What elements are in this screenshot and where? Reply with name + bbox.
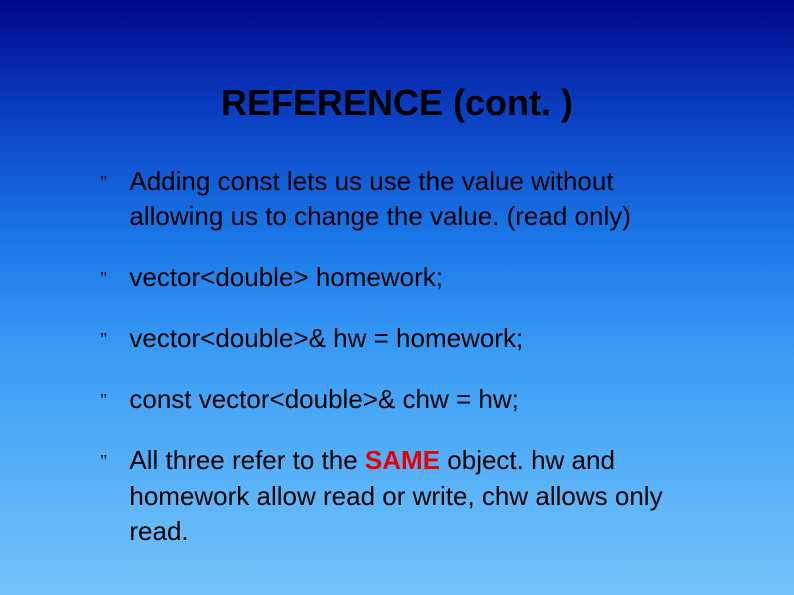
list-item: " Adding const lets us use the value wit…	[100, 164, 714, 234]
bullet-icon: "	[100, 449, 107, 473]
bullet-text: All three refer to the SAME object. hw a…	[129, 443, 714, 548]
bullet-icon: "	[100, 170, 107, 194]
bullet-text: const vector<double>& chw = hw;	[129, 382, 714, 417]
bullet-icon: "	[100, 388, 107, 412]
slide-title: REFERENCE (cont. )	[0, 0, 794, 164]
text-run: All three refer to the	[129, 445, 365, 475]
bullet-text: vector<double> homework;	[129, 260, 714, 295]
emphasized-text: SAME	[365, 445, 440, 475]
bullet-list: " Adding const lets us use the value wit…	[0, 164, 794, 549]
bullet-icon: "	[100, 327, 107, 351]
bullet-text: Adding const lets us use the value witho…	[129, 164, 714, 234]
slide: REFERENCE (cont. ) " Adding const lets u…	[0, 0, 794, 595]
bullet-icon: "	[100, 266, 107, 290]
list-item: " vector<double>& hw = homework;	[100, 321, 714, 356]
list-item: " vector<double> homework;	[100, 260, 714, 295]
list-item: " All three refer to the SAME object. hw…	[100, 443, 714, 548]
bullet-text: vector<double>& hw = homework;	[129, 321, 714, 356]
list-item: " const vector<double>& chw = hw;	[100, 382, 714, 417]
